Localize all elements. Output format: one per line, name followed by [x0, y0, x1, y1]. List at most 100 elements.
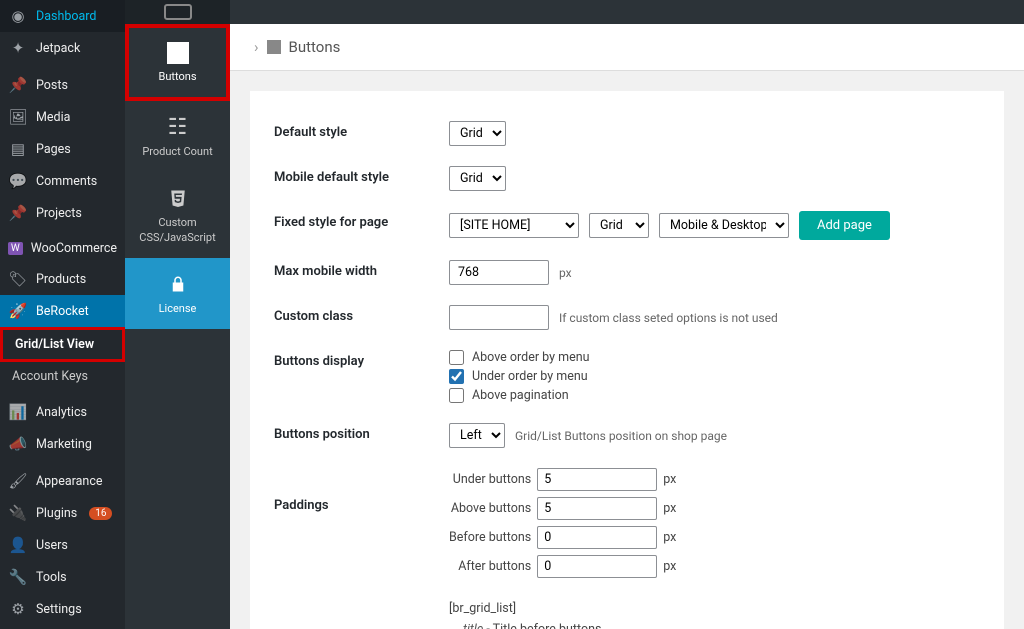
sidebar-item-accountkeys[interactable]: Account Keys [0, 362, 125, 391]
default-style-select[interactable]: Grid [449, 121, 506, 146]
sidebar-label: Dashboard [36, 9, 96, 24]
above-pagination-checkbox[interactable] [449, 388, 464, 403]
display-above-order[interactable]: Above order by menu [449, 350, 590, 365]
main-content: › Buttons Default style Grid Mobile defa… [230, 0, 1024, 629]
fixed-page-select[interactable]: [SITE HOME] [449, 213, 579, 238]
custom-class-input[interactable] [449, 305, 549, 330]
nav-label: Product Count [142, 145, 212, 158]
sidebar-item-dashboard[interactable]: ◉Dashboard [0, 0, 125, 32]
buttons-position-select[interactable]: Left [449, 423, 505, 448]
after-buttons-input[interactable] [537, 555, 657, 578]
before-buttons-input[interactable] [537, 526, 657, 549]
square-icon [167, 42, 189, 64]
sidebar-item-marketing[interactable]: 📣 Marketing [0, 428, 125, 460]
under-buttons-label: Under buttons [449, 472, 531, 487]
unit-label: px [559, 266, 572, 280]
nav-topstrip [125, 0, 230, 24]
jetpack-icon: ✦ [8, 39, 28, 57]
square-icon [267, 40, 281, 54]
chevron-right-icon: › [254, 38, 259, 56]
sidebar-label: Media [36, 110, 70, 125]
sidebar-label: Products [36, 272, 86, 287]
mobile-default-select[interactable]: Grid [449, 166, 506, 191]
under-buttons-input[interactable] [537, 468, 657, 491]
sidebar-label: BeRocket [36, 304, 89, 319]
sidebar-item-media[interactable]: 🖼 Media [0, 101, 125, 133]
display-above-pagination[interactable]: Above pagination [449, 388, 590, 403]
sidebar-label: Plugins [36, 506, 77, 521]
nav-license[interactable]: License [125, 258, 230, 329]
under-order-checkbox[interactable] [449, 369, 464, 384]
sidebar-item-analytics[interactable]: 📊Analytics [0, 396, 125, 428]
sidebar-item-users[interactable]: 👤Users [0, 529, 125, 561]
buttons-position-hint: Grid/List Buttons position on shop page [515, 429, 727, 443]
plugins-badge: 16 [89, 507, 112, 520]
sidebar-item-tools[interactable]: 🔧Tools [0, 561, 125, 593]
page-title: Buttons [289, 38, 341, 56]
buttons-display-label: Buttons display [274, 350, 449, 369]
sidebar-item-products[interactable]: 🏷 Products [0, 263, 125, 295]
pin-icon: 📌 [8, 204, 28, 222]
shortcode-label: Shortcode [274, 598, 449, 629]
before-buttons-label: Before buttons [449, 530, 531, 545]
pages-icon: ▤ [8, 140, 28, 158]
sidebar-label: Settings [36, 602, 82, 617]
sidebar-label: Grid/List View [15, 337, 94, 352]
nav-buttons[interactable]: Buttons [125, 24, 230, 101]
sidebar-label: Posts [36, 78, 68, 93]
shortcode-description: [br_grid_list] title - Title before butt… [449, 598, 881, 629]
plug-icon: 🔌 [8, 504, 28, 522]
sidebar-label: Pages [36, 142, 71, 157]
above-order-checkbox[interactable] [449, 350, 464, 365]
rocket-icon: 🚀 [8, 302, 28, 320]
sidebar-label: Marketing [36, 437, 92, 452]
sidebar-item-woocommerce[interactable]: WWooCommerce [0, 234, 125, 263]
custom-class-hint: If custom class seted options is not use… [559, 311, 778, 325]
settings-form: Default style Grid Mobile default style … [250, 91, 1004, 629]
sidebar-item-pages[interactable]: ▤ Pages [0, 133, 125, 165]
sidebar-item-appearance[interactable]: 🖌Appearance [0, 465, 125, 497]
general-icon [164, 4, 192, 20]
sidebar-item-comments[interactable]: 💬Comments [0, 165, 125, 197]
megaphone-icon: 📣 [8, 435, 28, 453]
unit-label: px [663, 530, 676, 545]
tag-icon: 🏷 [8, 270, 28, 288]
add-page-button[interactable]: Add page [799, 211, 890, 240]
nav-label: Custom [158, 216, 196, 229]
paddings-label: Paddings [274, 468, 449, 513]
sidebar-item-gridlistview[interactable]: Grid/List View [0, 327, 125, 362]
sidebar-item-berocket[interactable]: 🚀 BeRocket [0, 295, 125, 327]
buttons-position-label: Buttons position [274, 423, 449, 442]
sidebar-item-jetpack[interactable]: ✦Jetpack [0, 32, 125, 64]
sidebar-label: Comments [36, 174, 97, 189]
display-under-order[interactable]: Under order by menu [449, 369, 590, 384]
woo-icon: W [8, 242, 23, 255]
sidebar-item-settings[interactable]: ⚙ Settings [0, 593, 125, 625]
list-icon: ☷ [166, 115, 190, 139]
after-buttons-label: After buttons [449, 559, 531, 574]
sidebar-label: Account Keys [12, 369, 88, 384]
sidebar-label: Users [36, 538, 68, 553]
sidebar-item-posts[interactable]: 📌Posts [0, 69, 125, 101]
max-mobile-input[interactable] [449, 260, 549, 285]
sidebar-item-projects[interactable]: 📌Projects [0, 197, 125, 229]
nav-product-count[interactable]: ☷ Product Count [125, 101, 230, 172]
unit-label: px [663, 472, 676, 487]
above-buttons-input[interactable] [537, 497, 657, 520]
unit-label: px [663, 501, 676, 516]
fixed-style-select[interactable]: Grid [589, 213, 649, 238]
tool-icon: 🔧 [8, 568, 28, 586]
settings-icon: ⚙ [8, 600, 28, 618]
fixed-style-label: Fixed style for page [274, 211, 449, 230]
settings-nav: Buttons ☷ Product Count Custom CSS/JavaS… [125, 0, 230, 629]
fixed-device-select[interactable]: Mobile & Desktop [659, 213, 789, 238]
default-style-label: Default style [274, 121, 449, 140]
nav-label: License [159, 302, 197, 315]
above-buttons-label: Above buttons [449, 501, 531, 516]
sidebar-item-plugins[interactable]: 🔌 Plugins 16 [0, 497, 125, 529]
nav-custom-css[interactable]: Custom CSS/JavaScript [125, 172, 230, 258]
lock-icon [166, 272, 190, 296]
wp-admin-sidebar: ◉Dashboard ✦Jetpack 📌Posts 🖼Media ▤Pages… [0, 0, 125, 629]
brush-icon: 🖌 [8, 472, 28, 490]
media-icon: 🖼 [8, 108, 28, 126]
